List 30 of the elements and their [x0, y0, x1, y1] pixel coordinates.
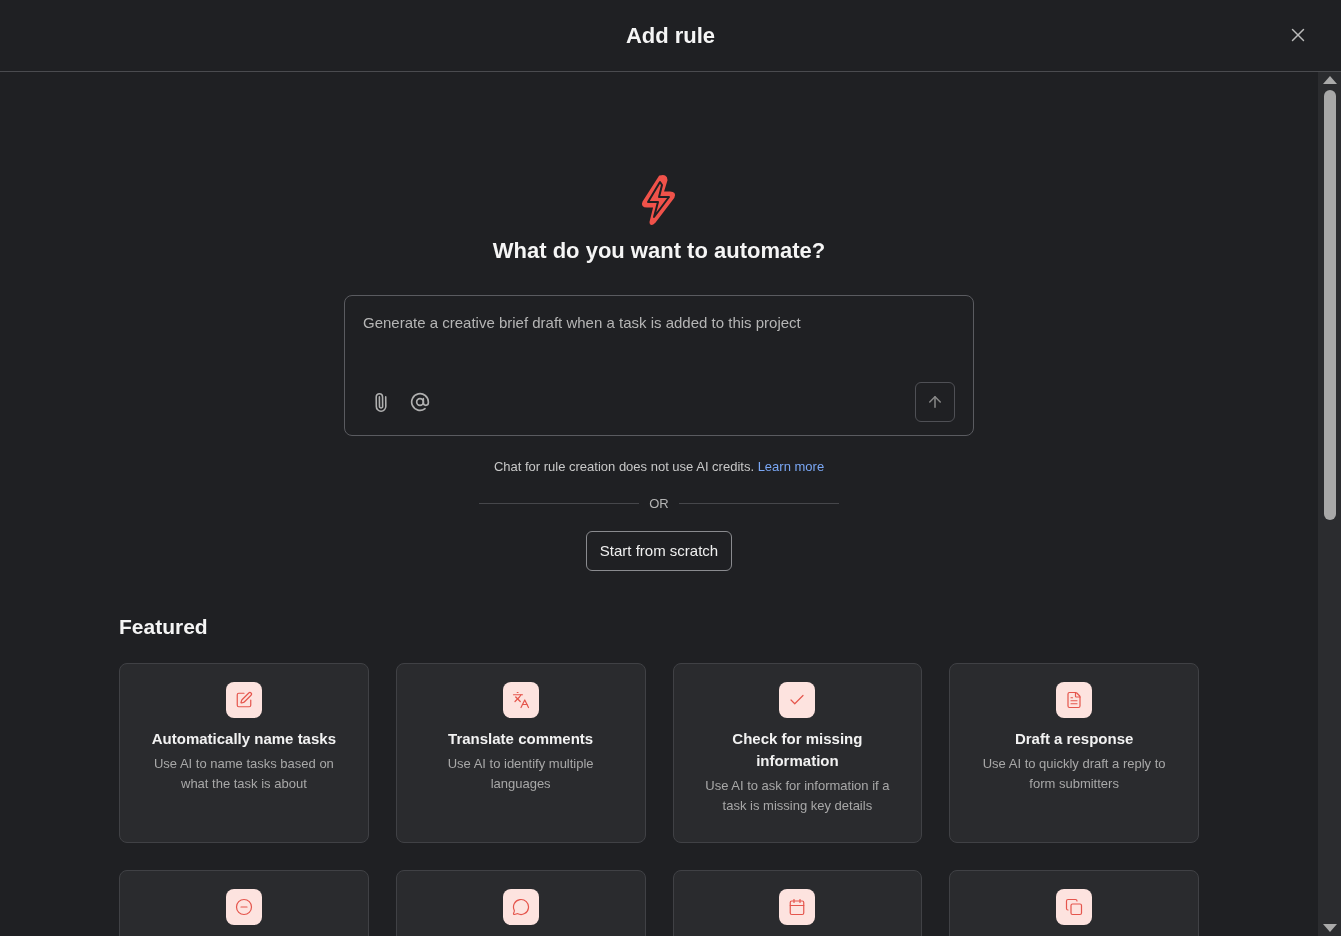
credits-note: Chat for rule creation does not use AI credits. Learn more	[493, 458, 825, 476]
template-card[interactable]: Translate comments Use AI to identify multiple languages	[395, 662, 646, 843]
card-description: Use AI to quickly draft a reply to form submitters	[981, 754, 1167, 793]
card-description: Use AI to name tasks based on what the task is about	[152, 754, 335, 793]
scrollbar[interactable]	[1318, 72, 1341, 936]
calendar-icon	[779, 888, 816, 925]
template-card[interactable]: Draft a response Use AI to quickly draft a reply to form submitters	[949, 662, 1199, 843]
section-title: Featured	[119, 614, 209, 640]
window-title: Add rule	[625, 22, 716, 50]
prompt-field[interactable]: Generate a creative brief draft when a task is added to this project	[363, 312, 955, 335]
card-title: Automatically name tasks	[150, 728, 337, 749]
card-description: Use AI to ask for information if a task is missing key details	[704, 776, 891, 815]
speech-bubble-icon	[502, 888, 539, 925]
document-icon	[1056, 681, 1093, 718]
heading: What do you want to automate?	[492, 237, 826, 265]
start-from-scratch-button[interactable]: Start from scratch	[585, 531, 733, 571]
card-title: Translate comments	[447, 728, 595, 749]
template-card[interactable]: Automatically name tasks Use AI to name tasks based on what the task is about	[119, 662, 369, 843]
send-button[interactable]	[915, 382, 955, 422]
card-description: Use AI to identify multiple languages	[446, 754, 595, 793]
translate-icon	[502, 681, 539, 718]
or-divider-label: OR	[649, 494, 669, 513]
card-title: Check for missing information	[731, 728, 864, 771]
check-icon	[779, 681, 816, 718]
copy-icon	[1056, 888, 1093, 925]
mention-button[interactable]	[410, 392, 430, 412]
pencil-square-icon	[225, 681, 262, 718]
learn-more-link[interactable]: Learn more	[757, 459, 825, 474]
card-title: Draft a response	[1013, 728, 1135, 749]
template-card[interactable]: Check for missing information Use AI to ask for information if a task is missing key details	[672, 662, 923, 843]
